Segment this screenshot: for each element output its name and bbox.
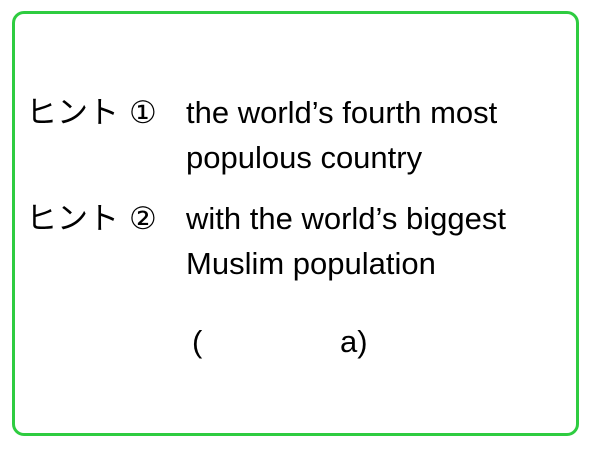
hint-1-label: ヒント bbox=[26, 95, 119, 130]
answer-blank[interactable]: a) bbox=[340, 322, 368, 362]
hint-1-label-group: ヒント ① bbox=[26, 90, 186, 135]
hint-2-label: ヒント bbox=[26, 201, 119, 236]
hint-2-number: ② bbox=[129, 201, 157, 236]
hint-2-label-group: ヒント ② bbox=[26, 196, 186, 241]
answer-open-paren: ( bbox=[192, 324, 203, 359]
hint-1-text: the world’s fourth most populous country bbox=[186, 90, 497, 180]
hint-2-line-2: Muslim population bbox=[186, 246, 436, 281]
hint-2: ヒント ② with the world’s biggest Muslim pop… bbox=[26, 196, 506, 286]
hint-1-line-2: populous country bbox=[186, 140, 423, 175]
hint-2-text: with the world’s biggest Muslim populati… bbox=[186, 196, 506, 286]
hint-2-line-1: with the world’s biggest bbox=[186, 201, 506, 236]
hint-1-number: ① bbox=[129, 95, 157, 130]
hint-1-line-1: the world’s fourth most bbox=[186, 95, 498, 130]
hint-1: ヒント ① the world’s fourth most populous co… bbox=[26, 90, 497, 180]
